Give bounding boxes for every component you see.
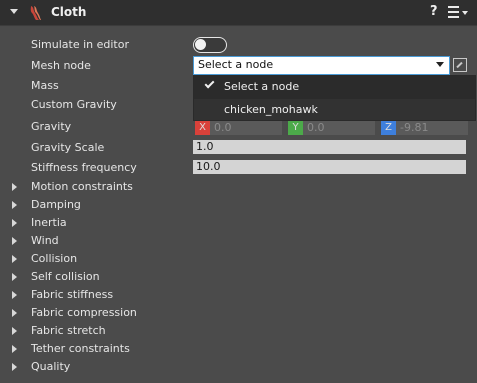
component-title: Cloth	[51, 5, 87, 19]
z-axis-tag: Z	[381, 121, 396, 135]
gravity-y-field[interactable]: Y 0.0	[288, 121, 375, 135]
group-damping[interactable]: Damping	[31, 196, 81, 214]
gravity-scale-label: Gravity Scale	[31, 141, 105, 154]
chevron-right-icon[interactable]	[12, 327, 17, 335]
gravity-scale-field[interactable]: 1.0	[193, 140, 466, 154]
gravity-y-value: 0.0	[307, 121, 325, 134]
mesh-node-select[interactable]: Select a node	[193, 56, 450, 75]
group-fabric-stretch[interactable]: Fabric stretch	[31, 322, 106, 340]
group-fabric-stiffness[interactable]: Fabric stiffness	[31, 286, 113, 304]
simulate-in-editor-label: Simulate in editor	[31, 38, 129, 51]
y-axis-tag: Y	[288, 121, 303, 135]
menu-caret-icon[interactable]	[462, 11, 468, 15]
chevron-right-icon[interactable]	[12, 291, 17, 299]
group-fabric-compression[interactable]: Fabric compression	[31, 304, 137, 322]
chevron-right-icon[interactable]	[12, 309, 17, 317]
mesh-node-label: Mesh node	[31, 59, 91, 72]
gravity-z-field[interactable]: Z -9.81	[381, 121, 468, 135]
hamburger-menu-icon[interactable]	[448, 6, 462, 18]
group-wind[interactable]: Wind	[31, 232, 59, 250]
chevron-right-icon[interactable]	[12, 183, 17, 191]
stiffness-frequency-label: Stiffness frequency	[31, 161, 137, 174]
chevron-right-icon[interactable]	[12, 201, 17, 209]
gravity-label: Gravity	[31, 120, 72, 133]
chevron-right-icon[interactable]	[12, 219, 17, 227]
chevron-down-icon	[436, 62, 444, 67]
dropdown-option-label: chicken_mohawk	[224, 103, 318, 116]
check-icon	[204, 78, 215, 89]
group-motion-constraints[interactable]: Motion constraints	[31, 178, 133, 196]
chevron-right-icon[interactable]	[12, 345, 17, 353]
gravity-x-field[interactable]: X 0.0	[195, 121, 282, 135]
gravity-z-value: -9.81	[400, 121, 429, 134]
dropdown-option-label: Select a node	[224, 80, 300, 93]
x-axis-tag: X	[195, 121, 210, 135]
group-collision[interactable]: Collision	[31, 250, 77, 268]
custom-gravity-label: Custom Gravity	[31, 98, 117, 111]
gravity-x-value: 0.0	[214, 121, 232, 134]
chevron-down-icon[interactable]	[10, 9, 18, 14]
mesh-node-select-value: Select a node	[198, 58, 274, 71]
mesh-node-dropdown: Select a node chicken_mohawk	[193, 75, 476, 121]
entity-picker-icon[interactable]	[453, 58, 467, 72]
group-tether-constraints[interactable]: Tether constraints	[31, 340, 130, 358]
dropdown-option-select-a-node[interactable]: Select a node	[194, 76, 475, 99]
group-inertia[interactable]: Inertia	[31, 214, 67, 232]
simulate-in-editor-toggle[interactable]	[193, 37, 227, 53]
stiffness-frequency-field[interactable]: 10.0	[193, 160, 466, 174]
chevron-right-icon[interactable]	[12, 273, 17, 281]
help-button[interactable]: ?	[430, 4, 438, 19]
chevron-right-icon[interactable]	[12, 237, 17, 245]
mass-label: Mass	[31, 79, 59, 92]
chevron-right-icon[interactable]	[12, 255, 17, 263]
dropdown-option-chicken-mohawk[interactable]: chicken_mohawk	[194, 99, 475, 122]
cloth-icon	[30, 6, 41, 20]
toggle-knob	[195, 39, 206, 50]
component-header: Cloth ?	[0, 0, 477, 26]
group-self-collision[interactable]: Self collision	[31, 268, 100, 286]
chevron-right-icon[interactable]	[12, 363, 17, 371]
group-quality[interactable]: Quality	[31, 358, 70, 376]
